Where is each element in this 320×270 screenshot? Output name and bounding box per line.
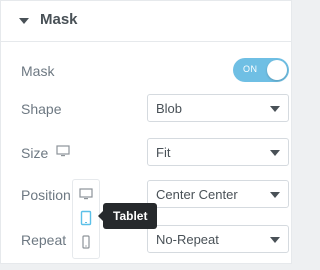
mobile-icon[interactable] [77,233,95,251]
mask-label: Mask [21,63,55,79]
shape-select-value: Blob [156,101,183,116]
position-select-value: Center Center [156,187,238,202]
shape-select[interactable]: Blob [147,94,289,122]
responsive-device-switcher [72,179,100,259]
mask-toggle[interactable]: ON [233,58,289,82]
size-select[interactable]: Fit [147,138,289,166]
position-select[interactable]: Center Center [147,180,289,208]
chevron-down-icon [270,192,280,198]
desktop-icon[interactable] [77,185,95,203]
section-title: Mask [40,11,78,28]
repeat-select-value: No-Repeat [156,232,219,247]
chevron-down-icon [270,106,280,112]
chevron-down-icon [270,150,280,156]
caret-down-icon [19,18,29,24]
shape-label: Shape [21,101,62,117]
desktop-icon[interactable] [56,145,70,157]
repeat-label: Repeat [21,232,67,248]
position-label: Position [21,187,71,203]
size-label: Size [21,145,49,161]
toggle-state-text: ON [243,64,258,74]
repeat-select[interactable]: No-Repeat [147,225,289,253]
tablet-icon[interactable] [77,209,95,227]
size-select-value: Fit [156,145,171,160]
mask-section-header[interactable]: Mask [1,1,291,42]
chevron-down-icon [270,237,280,243]
tablet-tooltip: Tablet [103,203,158,229]
toggle-knob [267,60,287,80]
